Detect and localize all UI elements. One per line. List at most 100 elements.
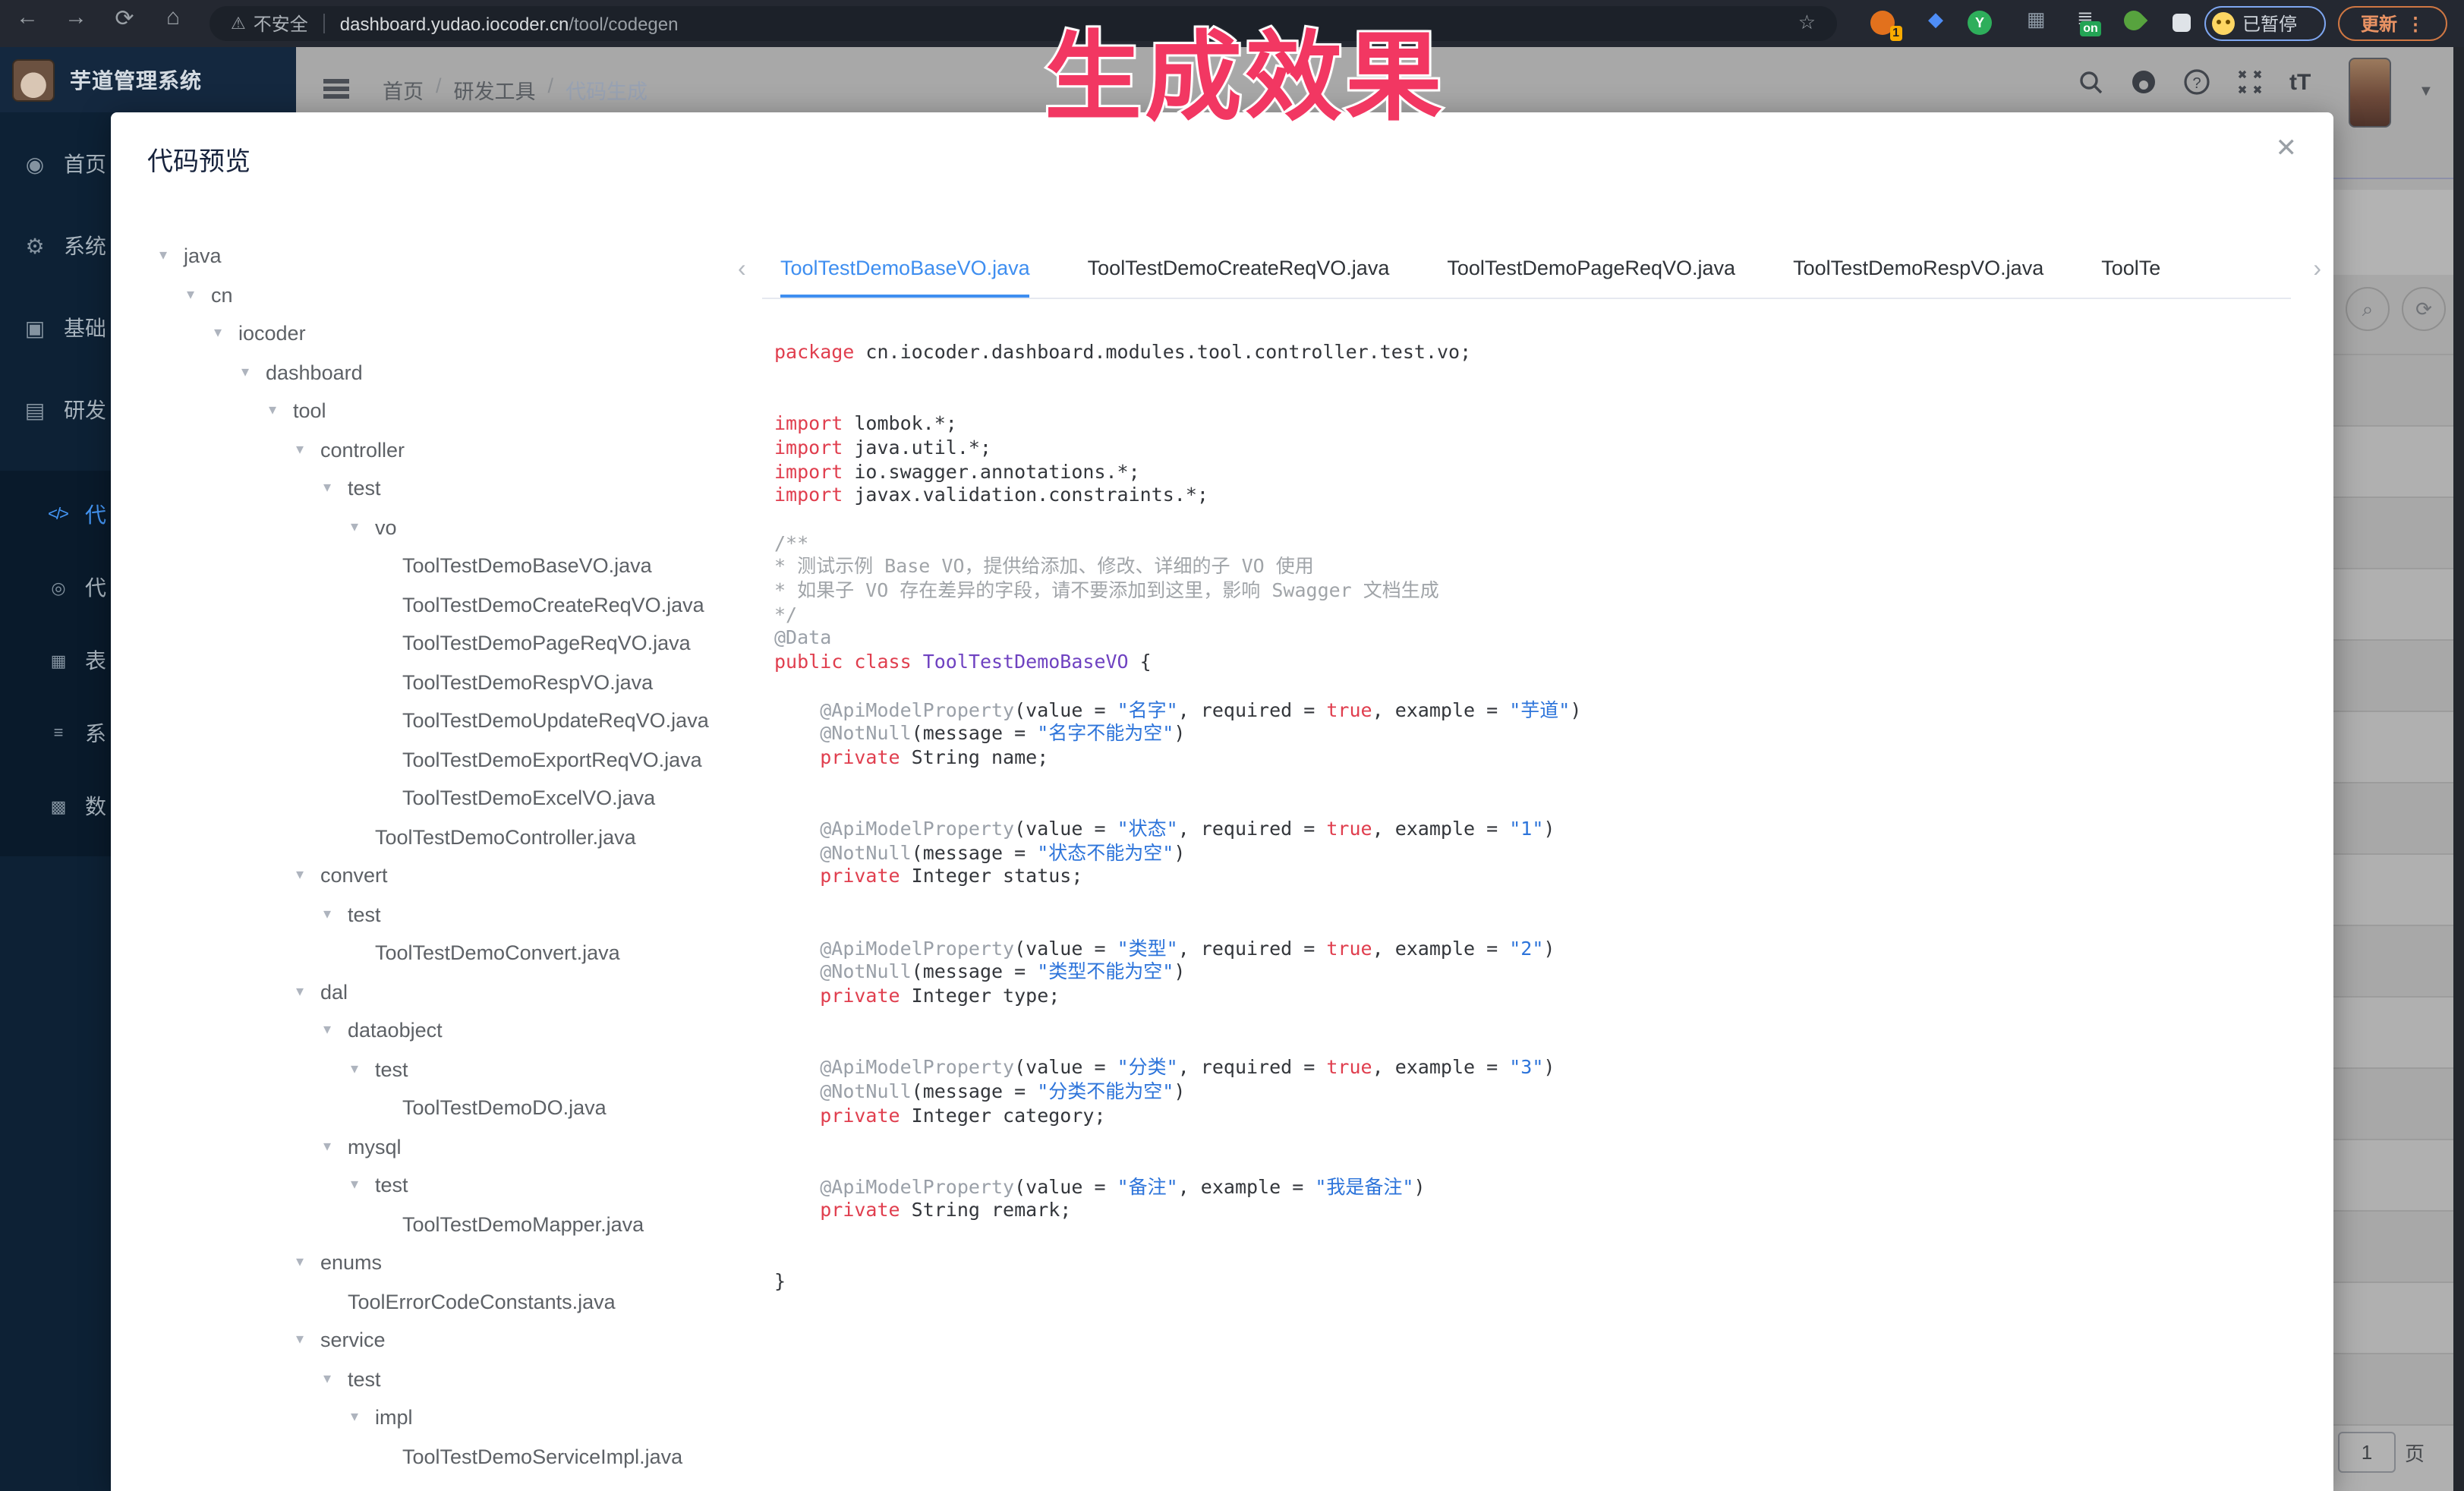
github-icon[interactable] <box>2130 68 2157 96</box>
code-line: @ApiModelProperty(value = "名字", required… <box>774 698 2309 721</box>
home-icon[interactable]: ⌂ <box>155 5 191 30</box>
browser-scrollbar[interactable] <box>2453 47 2464 1491</box>
update-button[interactable]: 更新 ⋮ <box>2338 6 2447 41</box>
tabs-scroll-left-icon[interactable]: ‹ <box>738 255 746 285</box>
code-line: @NotNull(message = "分类不能为空") <box>774 1080 2309 1103</box>
tab[interactable]: ToolTestDemoBaseVO.java <box>780 243 1030 298</box>
breadcrumb-separator: / <box>548 74 554 105</box>
background-table-row <box>2333 711 2453 782</box>
sidebar-item-label: 系统 <box>64 231 106 261</box>
tree-folder[interactable]: ▾enums <box>111 1244 761 1282</box>
extension-gem-icon[interactable]: ◆ <box>1928 8 1943 32</box>
extension-green-icon[interactable]: Y <box>1968 11 1992 35</box>
search-icon[interactable] <box>2078 69 2104 95</box>
page-number-input[interactable]: 1 <box>2338 1432 2396 1473</box>
extensions-puzzle-icon[interactable] <box>2173 14 2191 32</box>
caret-down-icon: ▾ <box>296 868 320 884</box>
bookmark-star-icon[interactable]: ☆ <box>1798 11 1816 35</box>
code-view: package cn.iocoder.dashboard.modules.too… <box>774 340 2309 1491</box>
tree-file[interactable]: ToolTestDemoBaseVO.java <box>111 547 761 585</box>
caret-down-icon: ▾ <box>296 1332 320 1349</box>
tree-label: controller <box>320 439 405 462</box>
briefcase-icon: ▤ <box>21 397 49 423</box>
tree-folder[interactable]: ▾test <box>111 1050 761 1089</box>
tab[interactable]: ToolTestDemoPageReqVO.java <box>1447 243 1735 298</box>
tree-label: ToolTestDemoUpdateReqVO.java <box>402 710 709 733</box>
tree-folder[interactable]: ▾java <box>111 237 761 276</box>
fullscreen-icon[interactable] <box>2236 68 2264 96</box>
tree-file[interactable]: ToolErrorCodeConstants.java <box>111 1282 761 1321</box>
tree-label: java <box>184 245 222 268</box>
hamburger-icon[interactable] <box>323 79 349 83</box>
background-table-row <box>2333 425 2453 496</box>
caret-down-icon: ▾ <box>296 1255 320 1272</box>
profile-chip[interactable]: 已暂停 <box>2204 6 2326 41</box>
tree-folder[interactable]: ▾cn <box>111 276 761 314</box>
update-label: 更新 <box>2361 11 2397 36</box>
tree-folder[interactable]: ▾test <box>111 1166 761 1205</box>
tree-folder[interactable]: ▾dashboard <box>111 353 761 392</box>
tab[interactable]: ToolTestDemoCreateReqVO.java <box>1088 243 1390 298</box>
tree-file[interactable]: ToolTestDemoExportReqVO.java <box>111 740 761 779</box>
tree-folder[interactable]: ▾test <box>111 895 761 934</box>
url-divider <box>323 14 325 33</box>
code-line <box>774 793 2309 817</box>
tree-folder[interactable]: ▾tool <box>111 392 761 430</box>
tree-folder[interactable]: ▾dal <box>111 972 761 1011</box>
font-size-icon[interactable]: tT <box>2289 69 2311 95</box>
caret-down-icon: ▾ <box>269 403 293 420</box>
reload-icon[interactable]: ⟳ <box>106 5 143 32</box>
tree-file[interactable]: ToolTestDemoController.java <box>111 818 761 856</box>
breadcrumb-item[interactable]: 研发工具 <box>454 74 536 105</box>
tree-folder[interactable]: ▾test <box>111 1360 761 1398</box>
tree-label: impl <box>375 1407 413 1430</box>
forward-icon[interactable]: → <box>58 5 94 30</box>
tree-folder[interactable]: ▾vo <box>111 508 761 547</box>
tree-file[interactable]: ToolTestDemoMapper.java <box>111 1205 761 1244</box>
tree-folder[interactable]: ▾mysql <box>111 1127 761 1166</box>
tree-file[interactable]: ToolTestDemoServiceImpl.java <box>111 1437 761 1476</box>
extension-list-icon[interactable]: ≣ on <box>2077 6 2094 30</box>
tree-file[interactable]: ToolTestDemoRespVO.java <box>111 663 761 701</box>
tab[interactable]: ToolTestDemoRespVO.java <box>1793 243 2043 298</box>
close-icon[interactable]: ✕ <box>2276 134 2298 164</box>
code-line: */ <box>774 602 2309 626</box>
extension-plant-icon[interactable] <box>2124 11 2144 30</box>
code-line <box>774 1222 2309 1246</box>
code-line: private String name; <box>774 746 2309 769</box>
user-avatar[interactable] <box>2349 58 2391 128</box>
tree-folder[interactable]: ▾iocoder <box>111 314 761 353</box>
url-bar[interactable]: ⚠ 不安全 dashboard.yudao.iocoder.cn /tool/c… <box>210 6 1837 41</box>
tree-file[interactable]: ToolTestDemoPageReqVO.java <box>111 624 761 663</box>
extension-orange-icon[interactable]: 1 <box>1870 11 1895 35</box>
code-line: @NotNull(message = "类型不能为空") <box>774 960 2309 984</box>
tree-file[interactable]: ToolTestDemoExcelVO.java <box>111 779 761 818</box>
tree-folder[interactable]: ▾impl <box>111 1398 761 1437</box>
caret-down-icon: ▾ <box>351 1177 375 1194</box>
back-icon[interactable]: ← <box>9 5 46 30</box>
tree-file[interactable]: ToolTestDemoDO.java <box>111 1089 761 1127</box>
help-icon[interactable]: ? <box>2183 68 2210 96</box>
tab[interactable]: ToolTe <box>2101 243 2160 298</box>
tree-folder[interactable]: ▾controller <box>111 430 761 469</box>
tree-folder[interactable]: ▾test <box>111 469 761 508</box>
browser-menu-icon[interactable]: ⋮ <box>2406 13 2425 34</box>
code-line: public class ToolTestDemoBaseVO { <box>774 650 2309 673</box>
code-line <box>774 769 2309 793</box>
tree-file[interactable]: ToolTestDemoUpdateReqVO.java <box>111 701 761 740</box>
tree-file[interactable]: ToolTestDemoCreateReqVO.java <box>111 585 761 624</box>
tree-folder[interactable]: ▾dataobject <box>111 1011 761 1050</box>
tabs-scroll-right-icon[interactable]: › <box>2313 255 2321 285</box>
background-refresh-button[interactable]: ⟳ <box>2402 287 2446 331</box>
tree-label: convert <box>320 865 388 887</box>
background-table-row <box>2333 1139 2453 1210</box>
breadcrumb-item[interactable]: 首页 <box>383 74 424 105</box>
tree-file[interactable]: ToolTestDemoConvert.java <box>111 934 761 972</box>
tree-folder[interactable]: ▾convert <box>111 856 761 895</box>
tree-folder[interactable]: ▾service <box>111 1321 761 1360</box>
logo-bar[interactable]: 芋道管理系统 <box>0 47 296 112</box>
caret-down-icon: ▾ <box>159 248 184 265</box>
extension-grid-icon[interactable]: ▦ <box>2027 8 2046 32</box>
tree-label: test <box>348 1368 381 1391</box>
background-search-button[interactable]: ⌕ <box>2346 287 2390 331</box>
